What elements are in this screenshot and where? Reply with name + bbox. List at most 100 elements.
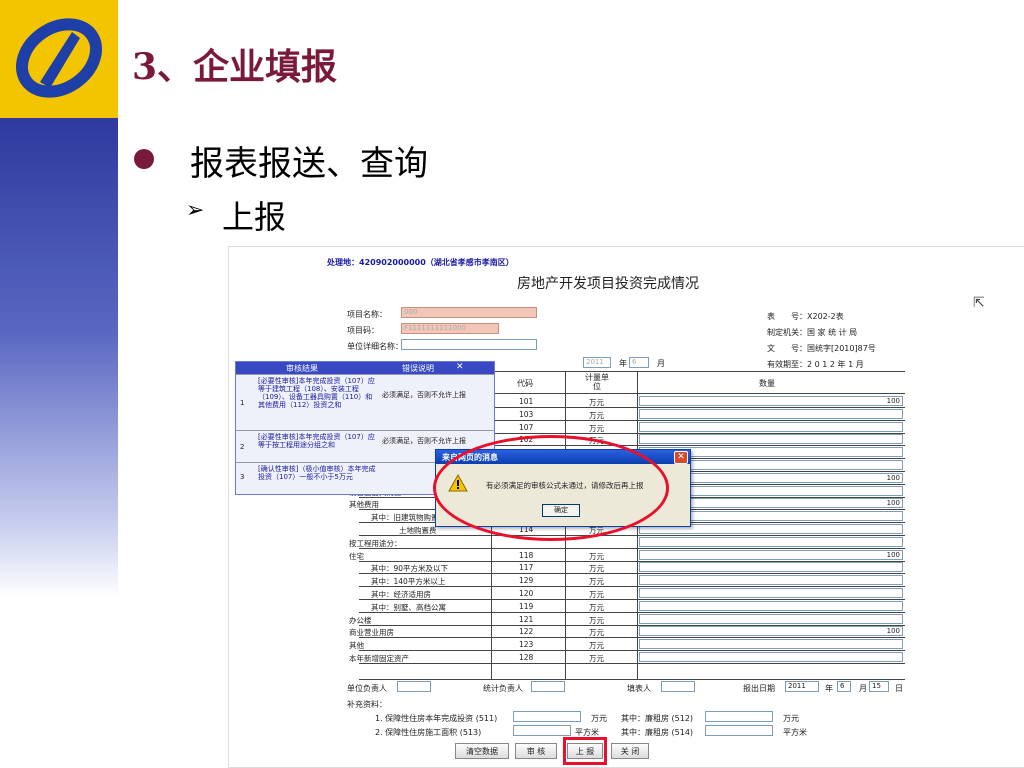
audit-button[interactable]: 审 核: [515, 743, 557, 759]
row-value-input[interactable]: [639, 575, 903, 585]
supp2b-unit: 平方米: [783, 728, 807, 737]
dialog-highlight-oval: [433, 435, 669, 541]
row-value-input[interactable]: [639, 434, 903, 444]
row-separator: [359, 548, 905, 549]
row-name: 其他费用: [349, 500, 379, 509]
sidebar-gradient-band: [0, 118, 118, 598]
row-value-input[interactable]: [639, 422, 903, 432]
supp1-unit: 万元: [591, 714, 607, 723]
row-value-input[interactable]: [639, 614, 903, 624]
supp1-input[interactable]: [513, 711, 581, 722]
unit-detail-input[interactable]: [401, 339, 537, 350]
row-name: 其中：90平方米及以下: [371, 564, 449, 573]
table-number: 表 号：X202-2表: [767, 312, 844, 321]
dialog-close-icon[interactable]: ✕: [674, 451, 688, 464]
row-value-input[interactable]: [639, 652, 903, 662]
supp1b-input[interactable]: [705, 711, 773, 722]
date-year-input[interactable]: 2011: [785, 681, 819, 692]
row-name: 其他: [349, 641, 364, 650]
row-value-input[interactable]: [639, 537, 903, 547]
grid-bottom-line: [359, 679, 905, 680]
slide-sidebar: [0, 0, 118, 768]
row-code: 118: [519, 551, 534, 560]
row-separator: [359, 599, 905, 600]
row-code: 120: [519, 589, 534, 598]
row-separator: [359, 663, 905, 664]
col-header-qty: 数量: [759, 379, 775, 388]
audit-item: 1 [必要性审核]本年完成投资（107）应等于建筑工程（108）、安装工程（10…: [236, 374, 494, 431]
project-name-label: 项目名称：: [347, 310, 387, 319]
audit-item-rule[interactable]: [必要性审核]本年完成投资（107）应等于建筑工程（108）、安装工程（109）…: [258, 377, 378, 409]
row-code: 117: [519, 563, 534, 572]
audit-item-error: 必须满足，否则不允许上报: [382, 391, 466, 399]
date-label: 报出日期: [743, 684, 775, 693]
row-unit: 万元: [589, 628, 604, 637]
slide-title: 3、企业填报: [132, 46, 338, 88]
date-month-input[interactable]: 6: [837, 681, 851, 692]
row-code: 107: [519, 423, 534, 432]
row-code: 121: [519, 615, 534, 624]
audit-close-icon[interactable]: ✕: [456, 362, 464, 372]
month-input[interactable]: 6: [629, 357, 649, 368]
project-name-input[interactable]: 000: [401, 307, 537, 318]
year-input[interactable]: 2011: [583, 357, 611, 368]
bullet-submit: 上报: [222, 198, 287, 236]
row-separator: [359, 535, 905, 536]
row-code: 128: [519, 653, 534, 662]
row-separator: [359, 637, 905, 638]
clear-data-button[interactable]: 清空数据: [455, 743, 509, 759]
row-name: 办公楼: [349, 616, 372, 625]
filler-input[interactable]: [661, 681, 695, 692]
row-name: 商业营业用房: [349, 628, 394, 637]
row-value-input[interactable]: [639, 588, 903, 598]
row-unit: 万元: [589, 564, 604, 573]
row-unit: 万元: [589, 411, 604, 420]
supp2b-input[interactable]: [705, 725, 773, 736]
row-value-input[interactable]: [639, 601, 903, 611]
head-input[interactable]: [397, 681, 431, 692]
col-header-code: 代码: [517, 379, 533, 388]
supp2-input[interactable]: [513, 725, 571, 736]
date-day-input[interactable]: 15: [869, 681, 889, 692]
row-name: 其中：别墅、高档公寓: [371, 603, 446, 612]
row-unit: 万元: [589, 616, 604, 625]
audit-item-num: 1: [240, 399, 245, 407]
arrow-bullet-icon: ➢: [186, 198, 205, 223]
close-button[interactable]: 关 闭: [611, 743, 649, 759]
col-header-unit: 计量单位: [585, 373, 609, 391]
row-unit: 万元: [589, 603, 604, 612]
supp2b-label: 其中：廉租房 (514): [621, 728, 694, 737]
form-screenshot: 处理地：420902000000（湖北省孝感市孝南区） 房地产开发项目投资完成情…: [228, 246, 1024, 768]
row-code: 122: [519, 627, 534, 636]
row-unit: 万元: [589, 654, 604, 663]
supp1-label: 1. 保障性住房本年完成投资 (511): [375, 714, 498, 723]
project-code-label: 项目码：: [347, 326, 379, 335]
mouse-cursor-icon: ⇱: [973, 295, 985, 311]
project-code-input[interactable]: F1111111111000: [401, 323, 499, 334]
row-value-input[interactable]: 100: [639, 550, 903, 560]
row-name: 住宅: [349, 552, 364, 561]
row-code: 101: [519, 397, 534, 406]
audit-item-rule[interactable]: [必要性审核]本年完成投资（107）应等于按工程用途分组之和: [258, 433, 378, 449]
row-value-input[interactable]: [639, 639, 903, 649]
row-name: 其中：经济适用房: [371, 590, 431, 599]
row-unit: 万元: [589, 590, 604, 599]
row-unit: 万元: [589, 552, 604, 561]
filler-label: 填表人: [627, 684, 651, 693]
row-separator: [359, 650, 905, 651]
audit-item-rule[interactable]: [确认性审核]（极小值审核）本年完成投资（107）一般不小于5万元: [258, 465, 378, 481]
month-label: 月: [657, 359, 665, 368]
supp1b-unit: 万元: [783, 714, 799, 723]
audit-header-error: 错误说明: [402, 364, 434, 373]
row-name: 土地购置费: [399, 526, 437, 535]
row-value-input[interactable]: [639, 562, 903, 572]
row-value-input[interactable]: 100: [639, 626, 903, 636]
location-text: 处理地：420902000000（湖北省孝感市孝南区）: [327, 258, 514, 267]
audit-item-error: 必须满足，否则不允许上报: [382, 437, 466, 445]
stat-head-input[interactable]: [531, 681, 565, 692]
year-label: 年: [619, 359, 627, 368]
row-unit: 万元: [589, 398, 604, 407]
valid-until: 有效期至：2 0 1 2 年 1 月: [767, 360, 864, 369]
row-value-input[interactable]: 100: [639, 396, 903, 406]
row-value-input[interactable]: [639, 409, 903, 419]
